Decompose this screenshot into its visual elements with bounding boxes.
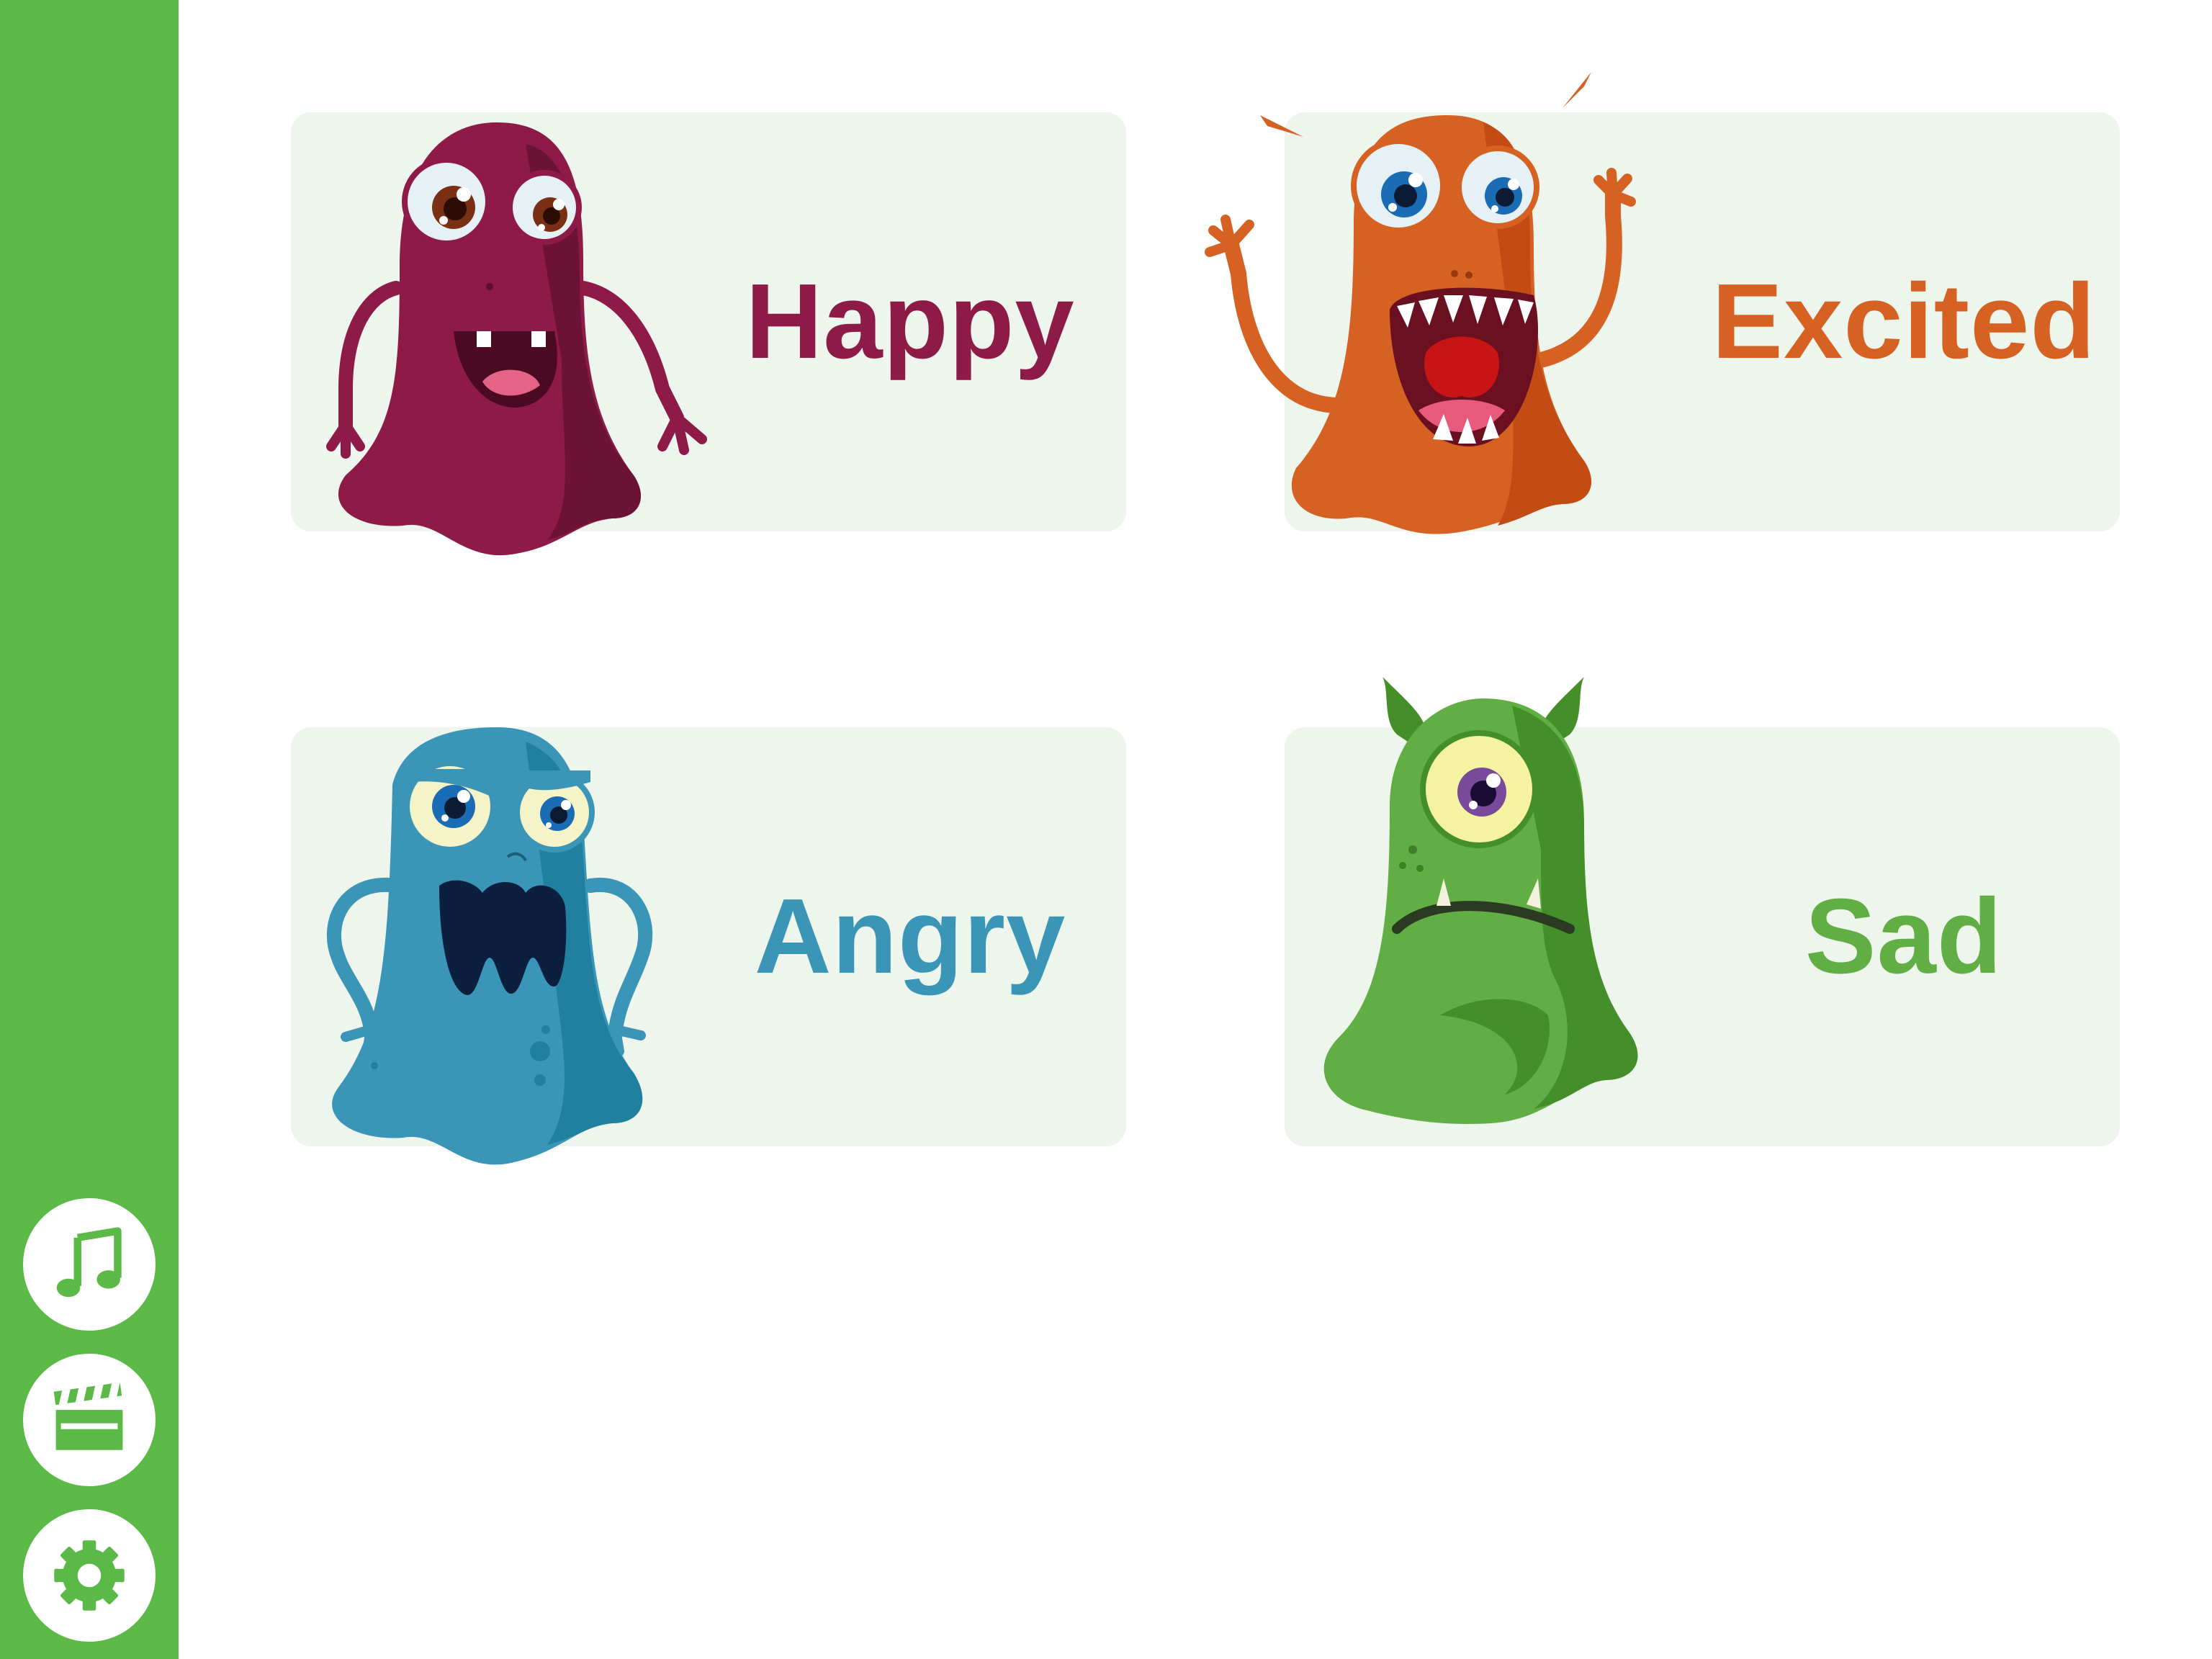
emotion-label-angry: Angry [754,877,1066,996]
emotion-label-sad: Sad [1804,877,2003,996]
sad-monster [1323,677,1638,1124]
excited-monster [1205,72,1636,534]
emotion-label-happy: Happy [745,262,1075,381]
angry-monster [326,727,653,1165]
music-note-icon [56,1227,122,1298]
settings-button[interactable] [23,1509,156,1642]
sidebar [0,0,179,1659]
music-button[interactable] [23,1198,156,1331]
emotion-label-excited: Excited [1712,262,2096,381]
happy-monster [326,122,707,556]
video-button[interactable] [23,1354,156,1486]
clapperboard-icon [53,1382,123,1450]
gear-icon [54,1540,125,1611]
